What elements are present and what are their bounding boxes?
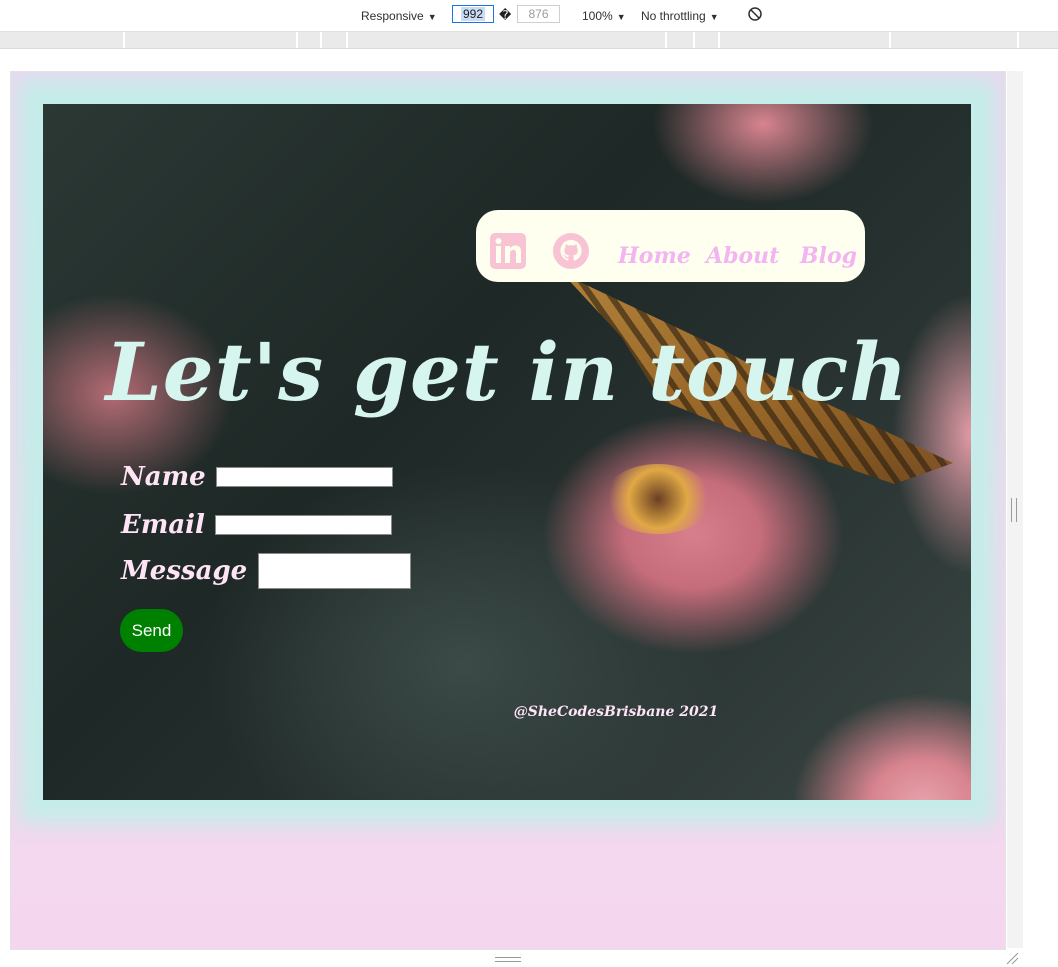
message-row: Message [121, 553, 411, 589]
message-label: Message [121, 556, 248, 586]
email-label: Email [121, 510, 205, 540]
message-textarea[interactable] [257, 553, 411, 589]
rotate-icon[interactable] [747, 6, 763, 22]
throttling-label: No throttling [641, 9, 706, 23]
email-row: Email [121, 510, 393, 540]
flower-image [603, 464, 713, 534]
device-mode-dropdown[interactable]: Responsive ▼ [361, 8, 437, 25]
caret-down-icon: ▼ [427, 12, 437, 22]
throttling-dropdown[interactable]: No throttling ▼ [641, 8, 719, 25]
nav-link-about[interactable]: About [706, 242, 779, 270]
caret-down-icon: ▼ [709, 12, 719, 22]
caret-down-icon: ▼ [616, 12, 626, 22]
nav-link-home[interactable]: Home [618, 242, 691, 270]
page-viewport: Home About Blog Let's get in touch Name … [10, 71, 1006, 950]
viewport-height-input[interactable]: 876 [517, 5, 560, 23]
resize-grip-icon [1011, 498, 1017, 522]
devtools-toolbar: Responsive ▼ 992 � 876 100% ▼ No throttlin… [0, 0, 1058, 32]
name-row: Name [121, 462, 394, 492]
dimension-separator-icon: � [499, 8, 512, 22]
hero-card: Home About Blog Let's get in touch Name … [43, 104, 971, 800]
resize-corner-icon[interactable] [1005, 951, 1019, 965]
name-input[interactable] [216, 467, 394, 487]
name-label: Name [121, 462, 206, 492]
device-mode-label: Responsive [361, 9, 424, 23]
footer-credit: @SheCodesBrisbane 2021 [513, 704, 719, 720]
send-button[interactable]: Send [120, 609, 183, 652]
zoom-label: 100% [582, 9, 613, 23]
email-input[interactable] [215, 515, 393, 535]
zoom-dropdown[interactable]: 100% ▼ [582, 8, 626, 25]
viewport-width-value: 992 [460, 7, 486, 21]
github-icon[interactable] [553, 233, 589, 269]
nav-link-blog[interactable]: Blog [800, 242, 857, 270]
linkedin-icon[interactable] [490, 233, 526, 269]
nav-bar: Home About Blog [476, 210, 865, 282]
page-title: Let's get in touch [105, 325, 909, 419]
viewport-height-value: 876 [528, 7, 549, 21]
media-query-ruler [0, 32, 1058, 49]
viewport-resize-handle-bottom[interactable] [495, 957, 521, 962]
device-viewport-area: Home About Blog Let's get in touch Name … [0, 71, 1058, 967]
viewport-width-input[interactable]: 992 [452, 5, 494, 23]
